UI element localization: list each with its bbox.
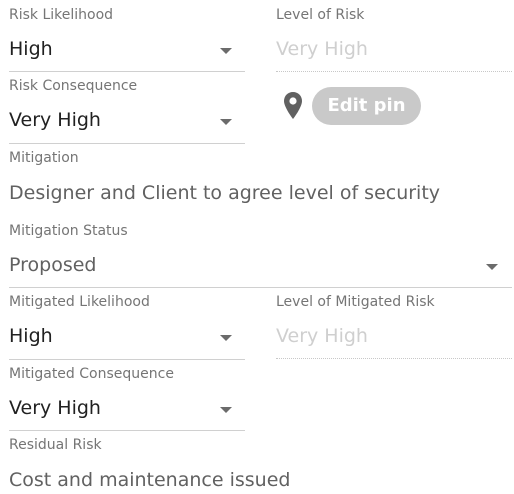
mitigated-consequence-value: Very High <box>9 397 101 419</box>
risk-form: Risk Likelihood High Level of Risk Very … <box>0 0 514 494</box>
risk-likelihood-value: High <box>9 38 53 60</box>
level-of-risk-label: Level of Risk <box>276 7 365 23</box>
chevron-down-icon <box>220 407 232 413</box>
map-pin-icon[interactable] <box>283 91 303 121</box>
chevron-down-icon <box>220 335 232 341</box>
mitigation-value[interactable]: Designer and Client to agree level of se… <box>9 181 440 205</box>
level-of-mitigated-risk-field: Very High <box>276 321 512 359</box>
risk-likelihood-label: Risk Likelihood <box>9 7 114 23</box>
residual-risk-value[interactable]: Cost and maintenance issued <box>9 468 290 492</box>
level-of-risk-value: Very High <box>276 38 368 60</box>
mitigated-consequence-select[interactable]: Very High <box>9 393 245 431</box>
chevron-down-icon <box>220 119 232 125</box>
level-of-mitigated-risk-value: Very High <box>276 325 368 347</box>
mitigation-status-value: Proposed <box>9 254 97 276</box>
risk-likelihood-select[interactable]: High <box>9 34 245 72</box>
risk-consequence-label: Risk Consequence <box>9 78 138 94</box>
residual-risk-label: Residual Risk <box>9 437 102 453</box>
mitigated-likelihood-select[interactable]: High <box>9 321 245 360</box>
chevron-down-icon <box>486 264 498 270</box>
risk-consequence-select[interactable]: Very High <box>9 105 245 144</box>
mitigated-likelihood-value: High <box>9 325 53 347</box>
mitigation-status-select[interactable]: Proposed <box>9 250 512 288</box>
risk-consequence-value: Very High <box>9 109 101 131</box>
mitigation-label: Mitigation <box>9 150 79 166</box>
edit-pin-button[interactable]: Edit pin <box>312 87 421 125</box>
mitigated-likelihood-label: Mitigated Likelihood <box>9 294 150 310</box>
mitigated-consequence-label: Mitigated Consequence <box>9 366 174 382</box>
level-of-mitigated-risk-label: Level of Mitigated Risk <box>276 294 435 310</box>
chevron-down-icon <box>220 48 232 54</box>
level-of-risk-field: Very High <box>276 34 512 72</box>
mitigation-status-label: Mitigation Status <box>9 223 128 239</box>
